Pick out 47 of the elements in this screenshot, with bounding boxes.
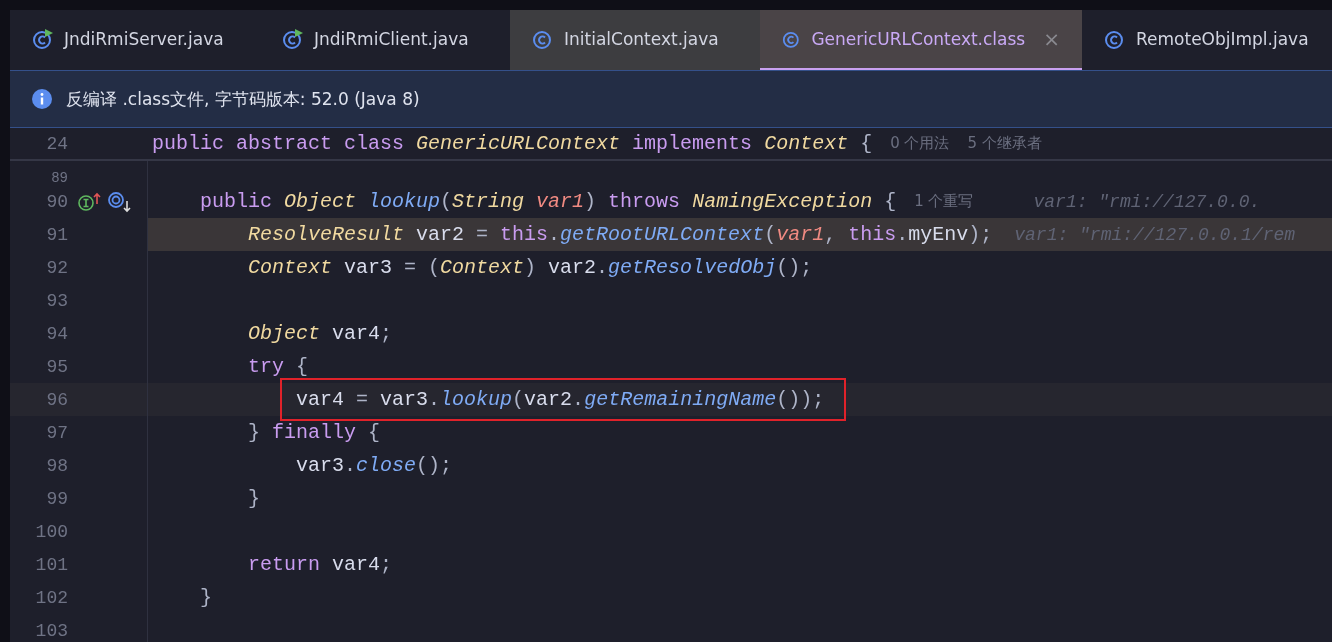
code-line: } finally {: [248, 421, 381, 444]
code-line: ResolveResult var2 = this.getRootURLContext(var1, this.myEnv);: [248, 223, 993, 246]
implements-up-arrow-icon[interactable]: [78, 191, 102, 212]
banner-text: 反编译 .class文件, 字节码版本: 52.0 (Java 8): [66, 87, 420, 111]
inlay-hint[interactable]: 1 个重写: [914, 192, 974, 211]
line-number: 95: [45, 357, 68, 376]
sticky-code-line: public abstract class GenericURLContext implements Context {: [152, 132, 873, 155]
line-number: 91: [45, 225, 68, 244]
line-number: 97: [45, 423, 68, 442]
inlay-hint[interactable]: 0 个用法: [890, 134, 950, 153]
info-icon: [32, 89, 52, 109]
editor-tab[interactable]: GenericURLContext.class ×: [760, 10, 1082, 70]
line-number: 98: [45, 456, 68, 475]
line-number: 100: [34, 522, 68, 541]
runnable-class-icon: [282, 28, 304, 50]
code-line: }: [248, 487, 260, 510]
line-number: 101: [34, 555, 68, 574]
editor-tab[interactable]: JndiRmiClient.java: [260, 10, 510, 70]
overridden-down-arrow-icon[interactable]: [108, 190, 132, 213]
editor-tab[interactable]: InitialContext.java: [510, 10, 760, 70]
inline-debug-value: var1: "rmi://127.0.0.1/rem: [1014, 224, 1296, 245]
code-line: try {: [248, 355, 309, 378]
line-number: 103: [34, 621, 68, 640]
line-number: 99: [45, 489, 68, 508]
line-number: 94: [45, 324, 68, 343]
line-number: 93: [45, 291, 68, 310]
code-line: Object var4;: [248, 322, 393, 345]
class-icon: [532, 28, 554, 50]
runnable-class-icon: [32, 28, 54, 50]
code-line: Context var3 = (Context) var2.getResolvedObj();: [248, 256, 813, 279]
inlay-hint[interactable]: 5 个继承者: [967, 134, 1042, 153]
inline-debug-value: var1: "rmi://127.0.0.: [1033, 191, 1261, 212]
line-number: 92: [45, 258, 68, 277]
code-line: return var4;: [248, 553, 393, 576]
line-number: 89: [50, 171, 68, 185]
line-number: 24: [45, 134, 68, 153]
code-line-annotation: var4 = var3.lookup(var2.getRemainingName());: [280, 378, 847, 421]
line-number: 90: [45, 192, 68, 211]
close-tab-button[interactable]: ×: [1043, 27, 1060, 51]
editor-tab[interactable]: RemoteObjImpl.java: [1082, 10, 1332, 70]
line-number: 102: [34, 588, 68, 607]
editor-tab[interactable]: JndiRmiServer.java: [10, 10, 260, 70]
code-line: public Object lookup(String var1) throws NamingException {: [200, 190, 897, 213]
class-icon: [1104, 28, 1126, 50]
line-number: 96: [45, 390, 68, 409]
code-line: var3.close();: [296, 454, 453, 477]
code-line: }: [200, 586, 212, 609]
